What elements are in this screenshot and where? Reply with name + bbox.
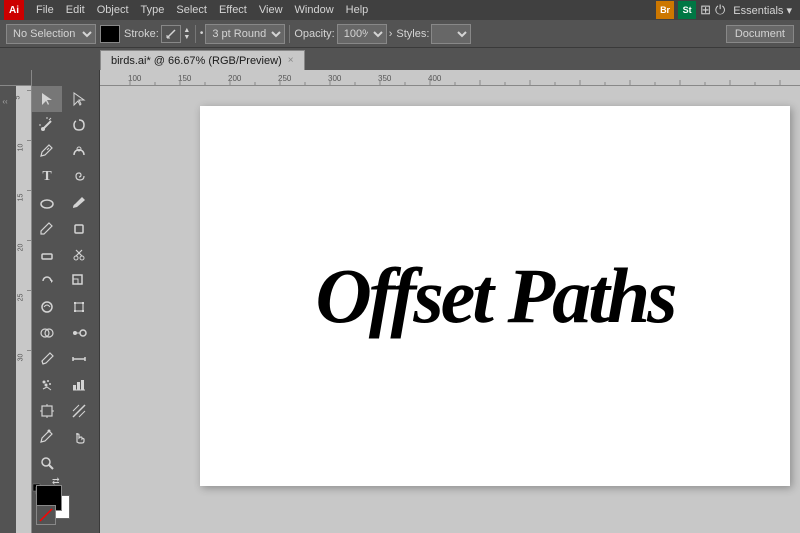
tool-lasso[interactable] <box>64 112 94 138</box>
bridge-icon[interactable]: Br <box>656 1 674 19</box>
tool-artboard[interactable] <box>32 398 62 424</box>
menu-view[interactable]: View <box>253 0 289 20</box>
stroke-swatch[interactable] <box>161 25 181 43</box>
tool-direct-select[interactable] <box>64 86 94 112</box>
essentials-dropdown[interactable]: Essentials ▾ <box>729 4 796 17</box>
tool-zoom[interactable] <box>32 450 62 476</box>
selection-dropdown[interactable]: No Selection <box>6 24 96 44</box>
stroke-label: Stroke: <box>124 28 159 40</box>
weight-control: • 3 pt Round <box>200 24 286 44</box>
tool-shape-builder[interactable] <box>32 320 62 346</box>
opacity-control: Opacity: 100% › <box>294 24 392 44</box>
menu-file[interactable]: File <box>30 0 60 20</box>
stroke-spinners[interactable]: ▲ ▼ <box>183 27 191 41</box>
tab-close-icon[interactable]: × <box>288 55 294 66</box>
power-icon[interactable]: ⏻ <box>715 2 725 18</box>
tab-title: birds.ai* @ 66.67% (RGB/Preview) <box>111 55 282 67</box>
bullet-icon: • <box>200 28 204 39</box>
styles-label: Styles: <box>396 28 429 40</box>
opacity-arrow-icon[interactable]: › <box>389 28 393 40</box>
menu-help[interactable]: Help <box>340 0 375 20</box>
divider-1 <box>195 25 196 43</box>
grid-icon[interactable]: ⊞ <box>700 2 711 18</box>
tool-type[interactable]: T <box>32 164 62 190</box>
tool-hand[interactable] <box>64 424 94 450</box>
weight-select[interactable]: 3 pt Round <box>205 24 285 44</box>
tool-pen[interactable] <box>32 138 62 164</box>
tools-grid: T <box>32 86 96 533</box>
ruler-corner <box>0 70 32 86</box>
menu-bar: Ai File Edit Object Type Select Effect V… <box>0 0 800 20</box>
none-indicator[interactable] <box>36 505 56 525</box>
menu-select[interactable]: Select <box>170 0 213 20</box>
tool-measure[interactable] <box>64 346 94 372</box>
tool-eyedropper[interactable] <box>32 346 62 372</box>
tool-paintbrush[interactable] <box>64 190 94 216</box>
tool-scissors[interactable] <box>64 242 94 268</box>
menu-type[interactable]: Type <box>135 0 171 20</box>
document-button-container: Document <box>726 25 794 43</box>
stroke-control: Stroke: ▲ ▼ <box>124 25 191 43</box>
tool-free-transform[interactable] <box>64 294 94 320</box>
divider-2 <box>289 25 290 43</box>
styles-control: Styles: <box>396 24 471 44</box>
tool-ellipse[interactable] <box>32 190 62 216</box>
tabs-bar: birds.ai* @ 66.67% (RGB/Preview) × <box>0 48 800 70</box>
menu-window[interactable]: Window <box>289 0 340 20</box>
canvas-area: 100 150 200 250 300 350 400 <box>100 70 800 533</box>
toolbar: No Selection Stroke: ▲ ▼ • 3 pt Round Op… <box>0 20 800 48</box>
canvas-content[interactable]: Offset Paths <box>100 86 800 533</box>
artwork-text: Offset Paths <box>315 251 674 341</box>
left-toolbar: 5 10 15 20 25 30 ‹‹ <box>0 70 100 533</box>
ruler-ticks <box>100 70 800 85</box>
tool-symbol-sprayer[interactable] <box>32 372 62 398</box>
tool-rotate[interactable] <box>32 268 62 294</box>
menu-effect[interactable]: Effect <box>213 0 253 20</box>
left-ruler: 5 10 15 20 25 30 <box>16 70 32 533</box>
styles-select[interactable] <box>431 24 471 44</box>
tool-bar-chart[interactable] <box>64 372 94 398</box>
tool-magic-wand[interactable] <box>32 112 62 138</box>
stock-icon[interactable]: St <box>678 1 696 19</box>
opacity-label: Opacity: <box>294 28 334 40</box>
tool-eraser[interactable] <box>32 242 62 268</box>
menu-edit[interactable]: Edit <box>60 0 91 20</box>
tool-placeholder <box>64 450 94 476</box>
tool-spiral[interactable] <box>64 164 94 190</box>
document-button[interactable]: Document <box>726 25 794 43</box>
fill-color-swatch[interactable] <box>100 25 120 43</box>
opacity-select[interactable]: 100% <box>337 24 387 44</box>
tool-anchor-point[interactable] <box>32 424 62 450</box>
tool-select[interactable] <box>32 86 62 112</box>
artboard[interactable]: Offset Paths <box>200 106 790 486</box>
top-ruler: 100 150 200 250 300 350 400 <box>100 70 800 86</box>
panel-collapse-button[interactable]: ‹‹ <box>0 86 10 116</box>
menu-object[interactable]: Object <box>91 0 135 20</box>
tool-scale[interactable] <box>64 268 94 294</box>
main-area: 5 10 15 20 25 30 ‹‹ <box>0 70 800 533</box>
tool-shaper[interactable] <box>64 216 94 242</box>
menu-bar-right: Br St ⊞ ⏻ Essentials ▾ <box>656 1 796 19</box>
tool-warp[interactable] <box>32 294 62 320</box>
tool-curvature[interactable] <box>64 138 94 164</box>
app-logo: Ai <box>4 0 24 20</box>
stroke-weight-box: ▲ ▼ <box>183 27 191 41</box>
tool-slice[interactable] <box>64 398 94 424</box>
tool-pencil[interactable] <box>32 216 62 242</box>
file-tab[interactable]: birds.ai* @ 66.67% (RGB/Preview) × <box>100 50 305 70</box>
tool-blend[interactable] <box>64 320 94 346</box>
